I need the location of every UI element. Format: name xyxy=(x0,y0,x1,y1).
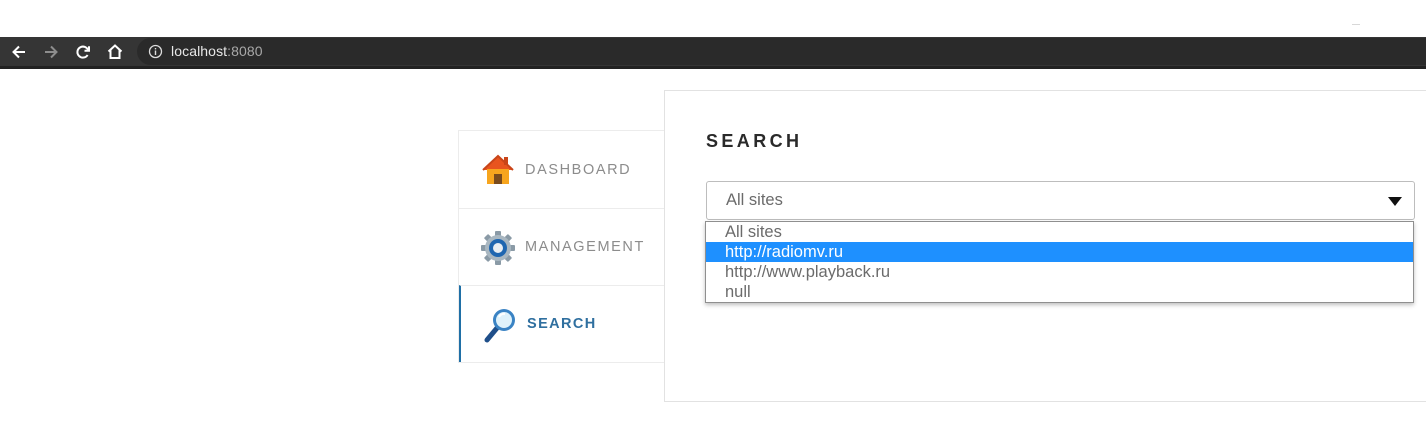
select-option[interactable]: All sites xyxy=(706,222,1413,242)
reload-icon[interactable] xyxy=(72,41,94,63)
select-option[interactable]: null xyxy=(706,282,1413,302)
site-select-value: All sites xyxy=(726,191,783,209)
house-icon xyxy=(479,151,517,189)
url-text[interactable]: localhost:8080 xyxy=(171,43,263,59)
sidebar: DASHBOARD MANAGEMENT SEARCH xyxy=(458,130,665,363)
site-select-dropdown: All sites http://radiomv.ru http://www.p… xyxy=(705,221,1414,303)
browser-toolbar: localhost:8080 xyxy=(0,37,1426,69)
sidebar-item-management[interactable]: MANAGEMENT xyxy=(459,208,665,285)
caret-down-icon xyxy=(1388,197,1402,206)
back-icon[interactable] xyxy=(8,41,30,63)
gear-icon xyxy=(479,229,517,267)
sidebar-item-search[interactable]: SEARCH xyxy=(459,285,665,362)
url-host: localhost xyxy=(171,43,228,59)
info-icon[interactable] xyxy=(148,44,163,59)
forward-icon[interactable] xyxy=(40,41,62,63)
sidebar-item-label: SEARCH xyxy=(527,316,597,332)
window-top-strip xyxy=(0,0,1426,37)
magnifier-icon xyxy=(481,306,519,344)
sidebar-item-label: DASHBOARD xyxy=(525,161,632,178)
select-option-highlighted[interactable]: http://radiomv.ru xyxy=(706,242,1413,262)
sidebar-item-dashboard[interactable]: DASHBOARD xyxy=(459,131,665,208)
page-title: SEARCH xyxy=(706,131,803,151)
site-select[interactable]: All sites xyxy=(706,181,1415,220)
url-port: :8080 xyxy=(227,43,263,59)
home-icon[interactable] xyxy=(104,41,126,63)
select-option[interactable]: http://www.playback.ru xyxy=(706,262,1413,282)
window-top-mark xyxy=(1352,24,1360,25)
address-bar[interactable]: localhost:8080 xyxy=(137,38,1426,65)
sidebar-item-label: MANAGEMENT xyxy=(525,239,645,255)
